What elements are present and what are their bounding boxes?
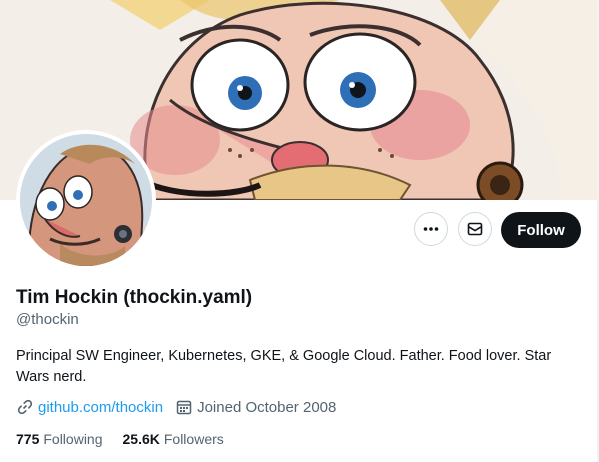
more-button[interactable] (414, 212, 448, 246)
follow-button[interactable]: Follow (501, 212, 581, 248)
followers-link[interactable]: 25.6K Followers (123, 431, 224, 447)
following-link[interactable]: 775 Following (16, 431, 103, 447)
profile-page: Follow Tim Hockin (thockin.yaml) @thocki… (0, 0, 599, 462)
profile-display-name: Tim Hockin (thockin.yaml) (16, 287, 253, 308)
avatar[interactable] (16, 130, 156, 270)
followers-label: Followers (163, 431, 224, 447)
profile-meta: github.com/thockin Joined October 2008 (16, 398, 336, 416)
profile-handle: @thockin (16, 311, 79, 328)
joined-item: Joined October 2008 (175, 398, 336, 416)
more-horizontal-icon (423, 227, 439, 231)
avatar-image (20, 134, 152, 266)
message-button[interactable] (458, 212, 492, 246)
envelope-icon (467, 222, 483, 236)
following-label: Following (43, 431, 103, 447)
website-item[interactable]: github.com/thockin (16, 398, 163, 416)
calendar-icon (176, 400, 192, 415)
following-count: 775 (16, 431, 40, 447)
link-icon (17, 399, 33, 415)
profile-counts: 775 Following 25.6K Followers (16, 431, 224, 447)
joined-date: Joined October 2008 (197, 398, 337, 416)
website-link[interactable]: github.com/thockin (38, 399, 163, 416)
profile-bio: Principal SW Engineer, Kubernetes, GKE, … (16, 348, 552, 385)
followers-count: 25.6K (122, 431, 160, 447)
